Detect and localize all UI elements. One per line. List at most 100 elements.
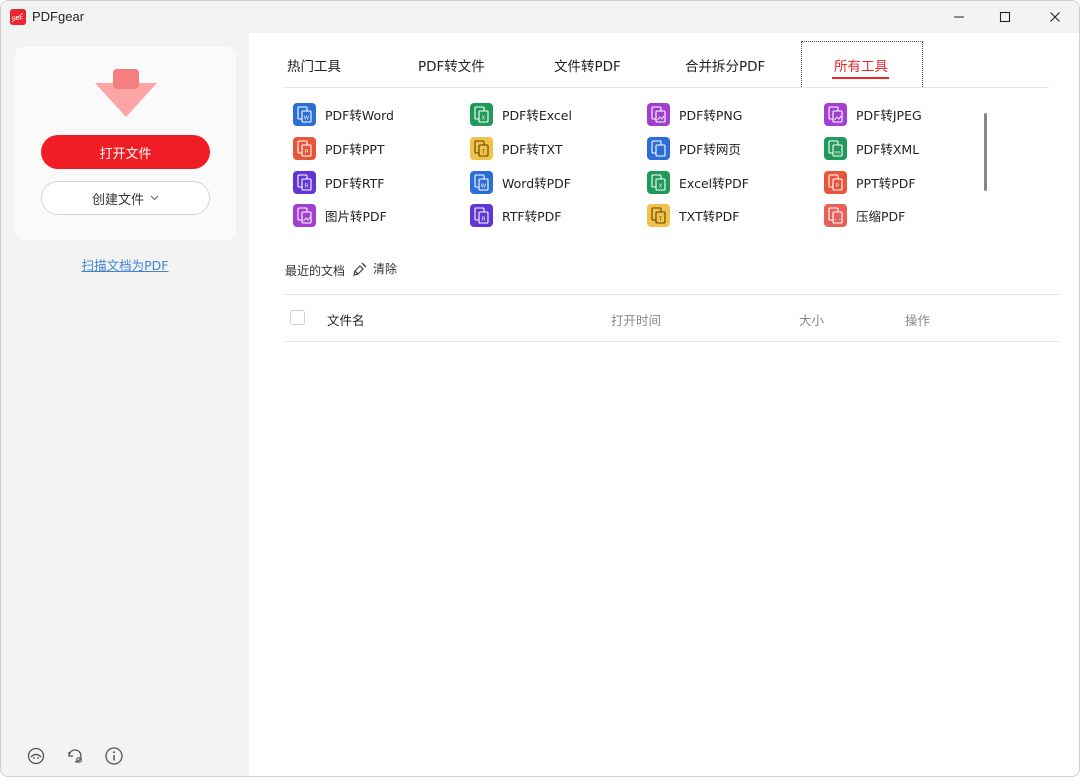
download-arrow-icon [93, 69, 159, 123]
chevron-down-icon [150, 195, 159, 201]
jpeg-icon [824, 102, 847, 126]
settings-icon[interactable] [64, 745, 85, 766]
minimize-icon [954, 16, 964, 18]
pdfgear-logo-icon: PDF [10, 9, 26, 25]
column-size[interactable]: 大小 [799, 310, 824, 329]
svg-text:P: P [305, 149, 309, 155]
tool-label: PDF转Excel [502, 107, 572, 123]
tool-label: Word转PDF [502, 175, 571, 191]
column-open-time[interactable]: 打开时间 [611, 310, 661, 329]
scan-to-pdf-link[interactable]: 扫描文档为PDF [1, 255, 249, 274]
tool-tabs: 热门工具 PDF转文件 文件转PDF 合并拆分PDF 所有工具 [249, 33, 1079, 89]
app-window: PDF PDFgear 打开文件 创建文件 扫描文档为PDF 热门工具 PDF转… [0, 0, 1080, 777]
select-all-checkbox[interactable] [290, 310, 305, 325]
ppt-icon: P [293, 136, 316, 160]
info-icon[interactable] [103, 745, 124, 766]
svg-text:X: X [659, 183, 663, 189]
tool-item[interactable]: T PDF转TXT [470, 135, 562, 161]
tool-label: PDF转Word [325, 107, 394, 123]
ppt-icon: P [824, 170, 847, 194]
tool-label: Excel转PDF [679, 175, 749, 191]
tab-hot-tools[interactable]: 热门工具 [287, 55, 341, 75]
tool-item[interactable]: W Word转PDF [470, 169, 571, 195]
tool-label: RTF转PDF [502, 208, 562, 224]
tool-label: 图片转PDF [325, 208, 387, 224]
excel-icon: X [470, 102, 493, 126]
compress-icon: →← [824, 203, 847, 227]
word-icon: W [470, 170, 493, 194]
svg-text:W: W [481, 183, 487, 189]
title-bar[interactable]: PDF PDFgear [1, 1, 1079, 33]
tool-item[interactable]: R PDF转RTF [293, 169, 384, 195]
open-file-button[interactable]: 打开文件 [41, 135, 210, 169]
tools-scrollbar[interactable] [984, 113, 987, 191]
svg-text:W: W [304, 115, 310, 121]
tab-merge-split[interactable]: 合并拆分PDF [685, 55, 765, 75]
support-icon[interactable] [25, 745, 46, 766]
maximize-button[interactable] [982, 1, 1028, 33]
column-actions: 操作 [905, 313, 931, 328]
tool-item[interactable]: T TXT转PDF [647, 202, 739, 228]
tool-item[interactable]: PDF转网页 [647, 135, 741, 161]
open-file-card[interactable]: 打开文件 创建文件 [15, 47, 236, 240]
tool-item[interactable]: PDF转PNG [647, 101, 742, 127]
tool-item[interactable]: X Excel转PDF [647, 169, 749, 195]
recent-docs-label: 最近的文档 [285, 264, 346, 278]
tool-item[interactable]: 图片转PDF [293, 202, 387, 228]
xml-icon: XML [824, 136, 847, 160]
sidebar-bottom-icons [25, 745, 124, 766]
svg-text:XML: XML [834, 150, 841, 154]
tabs-divider [283, 87, 1049, 88]
tool-label: PDF转PNG [679, 107, 743, 123]
tool-item[interactable]: X PDF转Excel [470, 101, 572, 127]
minimize-button[interactable] [936, 1, 982, 33]
broom-icon [353, 262, 367, 276]
tool-item[interactable]: P PPT转PDF [824, 169, 916, 195]
tool-item[interactable]: R RTF转PDF [470, 202, 561, 228]
active-tab-indicator [832, 77, 889, 79]
table-divider-top [285, 294, 1059, 295]
tool-item[interactable]: P PDF转PPT [293, 135, 385, 161]
app-title: PDFgear [32, 9, 85, 24]
close-icon [1050, 12, 1060, 22]
svg-text:R: R [305, 183, 309, 189]
tool-item[interactable]: XML PDF转XML [824, 135, 919, 161]
tool-label: PDF转JPEG [856, 107, 922, 123]
create-file-label: 创建文件 [91, 192, 144, 208]
clear-label: 清除 [373, 262, 398, 276]
tool-item[interactable]: W PDF转Word [293, 101, 394, 127]
tool-label: TXT转PDF [679, 208, 740, 224]
svg-text:R: R [482, 216, 486, 222]
sidebar: 打开文件 创建文件 扫描文档为PDF [1, 33, 249, 776]
tool-label: PDF转PPT [325, 141, 385, 157]
tool-label: PPT转PDF [856, 175, 916, 191]
column-file-name[interactable]: 文件名 [327, 310, 365, 329]
png-icon [647, 102, 670, 126]
create-file-button[interactable]: 创建文件 [41, 181, 210, 215]
txt-icon: T [647, 203, 670, 227]
svg-text:P: P [836, 183, 840, 189]
svg-text:→←: →← [832, 216, 843, 222]
tab-all-tools[interactable]: 所有工具 [834, 55, 888, 75]
tool-label: 压缩PDF [856, 208, 906, 224]
html-icon [647, 136, 670, 160]
svg-text:X: X [482, 115, 486, 121]
tool-item[interactable]: PDF转JPEG [824, 101, 922, 127]
maximize-icon [999, 11, 1011, 23]
txt-icon: T [470, 136, 493, 160]
image-icon [293, 203, 316, 227]
tab-pdf-to-file[interactable]: PDF转文件 [418, 55, 485, 75]
rtf-icon: R [293, 170, 316, 194]
tab-file-to-pdf[interactable]: 文件转PDF [554, 55, 621, 75]
clear-recent-button[interactable]: 清除 [353, 260, 397, 277]
tool-label: PDF转RTF [325, 175, 385, 191]
table-divider-bottom [285, 341, 1059, 342]
tools-grid: W PDF转Word X PDF转Excel PDF转PNG PDF转JPEG P PDF转P… [293, 101, 993, 231]
tool-item[interactable]: →← 压缩PDF [824, 202, 905, 228]
tool-label: PDF转TXT [502, 141, 563, 157]
word-icon: W [293, 102, 316, 126]
excel-icon: X [647, 170, 670, 194]
rtf-icon: R [470, 203, 493, 227]
close-button[interactable] [1032, 1, 1078, 33]
tool-label: PDF转网页 [679, 141, 741, 157]
